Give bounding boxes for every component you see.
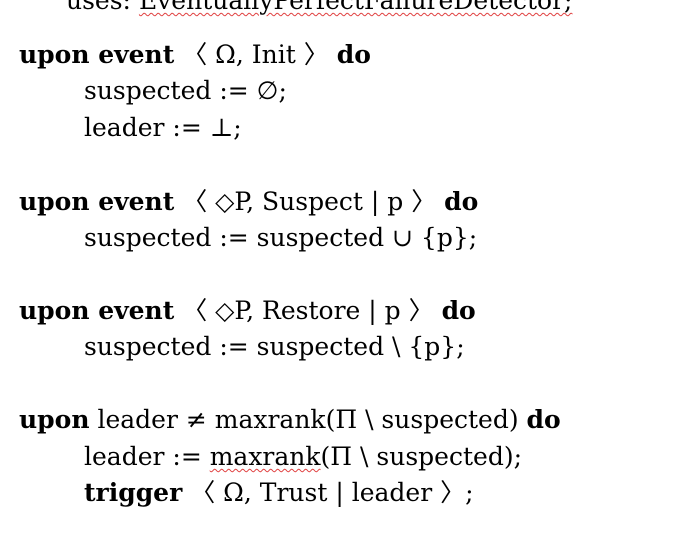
do-keyword: do bbox=[526, 405, 561, 434]
leader-assign-suffix: (Π \ suspected); bbox=[320, 442, 522, 471]
upon-leader-line: upon leader ≠ maxrank(Π \ suspected) do bbox=[19, 405, 561, 435]
algorithm-document: uses: EventuallyPerfectFailureDetector; … bbox=[0, 0, 673, 534]
uses-prefix: uses: bbox=[66, 0, 139, 15]
upon-event-keyword: upon event bbox=[19, 40, 175, 69]
upon-event-keyword: upon event bbox=[19, 296, 175, 325]
event-args: 〈 ◇P, Restore | p 〉 bbox=[174, 296, 442, 325]
uses-line: uses: EventuallyPerfectFailureDetector; bbox=[66, 0, 572, 16]
init-suspected-line: suspected := ∅; bbox=[84, 76, 287, 105]
maxrank-function: maxrank bbox=[209, 442, 321, 471]
trigger-keyword: trigger bbox=[84, 478, 183, 507]
do-keyword: do bbox=[336, 40, 371, 69]
uses-name: EventuallyPerfectFailureDetector; bbox=[138, 0, 573, 15]
upon-init-line: upon event 〈 Ω, Init 〉 do bbox=[19, 40, 371, 70]
restore-difference-line: suspected := suspected \ {p}; bbox=[84, 332, 465, 361]
upon-restore-line: upon event 〈 ◇P, Restore | p 〉 do bbox=[19, 296, 476, 326]
do-keyword: do bbox=[444, 187, 479, 216]
leader-assign-line: leader := maxrank(Π \ suspected); bbox=[84, 442, 522, 472]
do-keyword: do bbox=[441, 296, 476, 325]
leader-condition: leader ≠ maxrank(Π \ suspected) bbox=[89, 405, 527, 434]
upon-suspect-line: upon event 〈 ◇P, Suspect | p 〉 do bbox=[19, 187, 478, 217]
init-leader-line: leader := ⊥; bbox=[84, 113, 242, 142]
trigger-args: 〈 Ω, Trust | leader 〉; bbox=[182, 478, 474, 507]
event-args: 〈 Ω, Init 〉 bbox=[174, 40, 337, 69]
suspect-union-line: suspected := suspected ∪ {p}; bbox=[84, 223, 478, 252]
leader-assign-prefix: leader := bbox=[84, 442, 210, 471]
trigger-trust-line: trigger 〈 Ω, Trust | leader 〉; bbox=[84, 478, 474, 508]
upon-keyword: upon bbox=[19, 405, 90, 434]
upon-event-keyword: upon event bbox=[19, 187, 175, 216]
event-args: 〈 ◇P, Suspect | p 〉 bbox=[174, 187, 445, 216]
